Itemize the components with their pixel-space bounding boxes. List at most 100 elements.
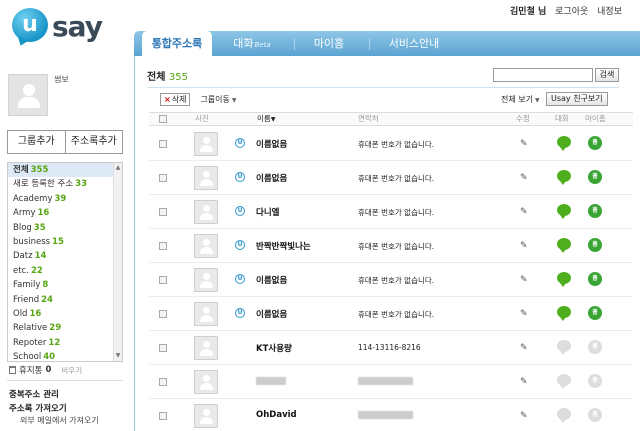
row-checkbox[interactable] — [159, 344, 167, 352]
group-item[interactable]: 새로 등록한 주소 33 — [8, 177, 122, 191]
chat-bubble-icon[interactable] — [557, 238, 571, 253]
group-item[interactable]: etc. 22 — [8, 264, 122, 278]
chat-bubble-icon[interactable] — [557, 204, 571, 219]
scroll-up-icon[interactable]: ▲ — [115, 165, 121, 171]
contact-name[interactable]: KT사용량 — [256, 342, 292, 354]
col-name[interactable]: 이름▼ — [257, 113, 275, 126]
contact-name[interactable]: 다니엘 — [256, 206, 279, 218]
contact-name[interactable]: 이름없음 — [256, 138, 287, 150]
table-row[interactable]: KT사용량 114-13116-8216 ✎ 홈 — [149, 331, 633, 365]
empty-trash-link[interactable]: 비우기 — [61, 365, 82, 376]
table-row[interactable]: OhDavid ✎ 홈 — [149, 399, 633, 431]
myhome-icon[interactable]: 홈 — [588, 408, 602, 422]
myinfo-link[interactable]: 내정보 — [597, 7, 622, 17]
edit-pencil-icon[interactable]: ✎ — [520, 173, 528, 183]
group-item[interactable]: 전체 355 — [8, 163, 122, 178]
chat-bubble-icon[interactable] — [557, 136, 571, 151]
group-count: 14 — [34, 251, 47, 262]
group-item[interactable]: business 15 — [8, 235, 122, 249]
edit-pencil-icon[interactable]: ✎ — [520, 139, 528, 149]
group-list-scrollbar[interactable]: ▲ ▼ — [113, 163, 122, 361]
logout-link[interactable]: 로그아웃 — [555, 7, 588, 17]
chat-bubble-icon[interactable] — [557, 306, 571, 321]
edit-pencil-icon[interactable]: ✎ — [520, 207, 528, 217]
scroll-down-icon[interactable]: ▼ — [115, 353, 121, 359]
table-row[interactable]: U 이름없음 휴대폰 번호가 없습니다. ✎ 홈 — [149, 127, 633, 161]
tab-service-info[interactable]: 서비스안내 — [379, 31, 449, 56]
group-label: Blog — [13, 222, 32, 233]
row-checkbox[interactable] — [159, 378, 167, 386]
contact-name[interactable]: 이름없음 — [256, 274, 287, 286]
avatar[interactable] — [8, 74, 48, 116]
group-item[interactable]: Datz 14 — [8, 249, 122, 263]
profile-name: 썸보 — [54, 75, 69, 84]
table-row[interactable]: U 다니엘 휴대폰 번호가 없습니다. ✎ 홈 — [149, 195, 633, 229]
search-button[interactable]: 검색 — [595, 68, 619, 82]
tab-address-book[interactable]: 통합주소록 — [142, 31, 212, 58]
group-item[interactable]: Family 8 — [8, 278, 122, 292]
row-checkbox[interactable] — [159, 310, 167, 318]
contact-name[interactable]: OhDavid — [256, 410, 297, 420]
dup-address-link[interactable]: 중복주소 관리 — [9, 388, 59, 400]
edit-pencil-icon[interactable]: ✎ — [520, 343, 528, 353]
chat-bubble-icon[interactable] — [557, 408, 571, 423]
myhome-icon[interactable]: 홈 — [588, 340, 602, 354]
import-external-mail-link[interactable]: 외부 메일에서 가져오기 — [20, 415, 99, 426]
table-row[interactable]: U 반짝반짝빛나는 휴대폰 번호가 없습니다. ✎ 홈 — [149, 229, 633, 263]
edit-pencil-icon[interactable]: ✎ — [520, 241, 528, 251]
contact-name[interactable]: 이름없음 — [256, 172, 287, 184]
tab-myhome[interactable]: 마이홈 — [304, 31, 354, 56]
myhome-icon[interactable]: 홈 — [588, 204, 602, 218]
table-row[interactable]: U 이름없음 휴대폰 번호가 없습니다. ✎ 홈 — [149, 263, 633, 297]
group-move-dropdown[interactable]: 그룹이동 ▼ — [200, 94, 236, 105]
edit-pencil-icon[interactable]: ✎ — [520, 377, 528, 387]
edit-pencil-icon[interactable]: ✎ — [520, 275, 528, 285]
add-group-button[interactable]: 그룹추가 — [8, 131, 66, 153]
contact-name[interactable]: 이름없음 — [256, 308, 287, 320]
myhome-icon[interactable]: 홈 — [588, 136, 602, 150]
table-row[interactable]: U 이름없음 휴대폰 번호가 없습니다. ✎ 홈 — [149, 297, 633, 331]
chat-bubble-icon[interactable] — [557, 170, 571, 185]
usay-user-icon: U — [235, 240, 245, 250]
col-contact: 연락처 — [358, 114, 379, 123]
group-item[interactable]: School 40 — [8, 350, 122, 361]
group-count: 16 — [29, 308, 42, 319]
trash-row[interactable]: 휴지통 0 비우기 — [9, 364, 82, 376]
myhome-icon[interactable]: 홈 — [588, 238, 602, 252]
import-address-link[interactable]: 주소록 가져오기 — [9, 402, 67, 414]
group-item[interactable]: Relative 29 — [8, 321, 122, 335]
row-checkbox[interactable] — [159, 208, 167, 216]
myhome-icon[interactable]: 홈 — [588, 306, 602, 320]
group-item[interactable]: Blog 35 — [8, 221, 122, 235]
edit-pencil-icon[interactable]: ✎ — [520, 411, 528, 421]
row-checkbox[interactable] — [159, 276, 167, 284]
row-checkbox[interactable] — [159, 412, 167, 420]
myhome-icon[interactable]: 홈 — [588, 374, 602, 388]
usay-friends-button[interactable]: Usay 친구보기 — [546, 92, 608, 106]
contact-name[interactable]: 반짝반짝빛나는 — [256, 240, 311, 252]
table-row[interactable]: U 이름없음 휴대폰 번호가 없습니다. ✎ 홈 — [149, 161, 633, 195]
chat-bubble-icon[interactable] — [557, 340, 571, 355]
chat-bubble-icon[interactable] — [557, 272, 571, 287]
view-all-dropdown[interactable]: 전체 보기 ▼ — [501, 94, 540, 105]
chat-bubble-icon[interactable] — [557, 374, 571, 389]
myhome-icon[interactable]: 홈 — [588, 272, 602, 286]
group-item[interactable]: Friend 24 — [8, 293, 122, 307]
usay-logo[interactable]: u say — [12, 6, 107, 46]
row-checkbox[interactable] — [159, 174, 167, 182]
delete-button[interactable]: ×삭제 — [160, 93, 191, 106]
contact-phone: 114-13116-8216 — [358, 343, 421, 352]
group-item[interactable]: Army 16 — [8, 206, 122, 220]
tab-chat[interactable]: 대화Beta — [222, 31, 282, 56]
myhome-icon[interactable]: 홈 — [588, 170, 602, 184]
add-contact-button[interactable]: 주소록추가 — [66, 131, 123, 153]
row-checkbox[interactable] — [159, 140, 167, 148]
edit-pencil-icon[interactable]: ✎ — [520, 309, 528, 319]
group-item[interactable]: Repoter 12 — [8, 336, 122, 350]
row-checkbox[interactable] — [159, 242, 167, 250]
group-item[interactable]: Academy 39 — [8, 192, 122, 206]
group-item[interactable]: Old 16 — [8, 307, 122, 321]
search-input[interactable] — [493, 68, 593, 82]
select-all-checkbox[interactable] — [159, 115, 167, 123]
table-row[interactable]: ✎ 홈 — [149, 365, 633, 399]
